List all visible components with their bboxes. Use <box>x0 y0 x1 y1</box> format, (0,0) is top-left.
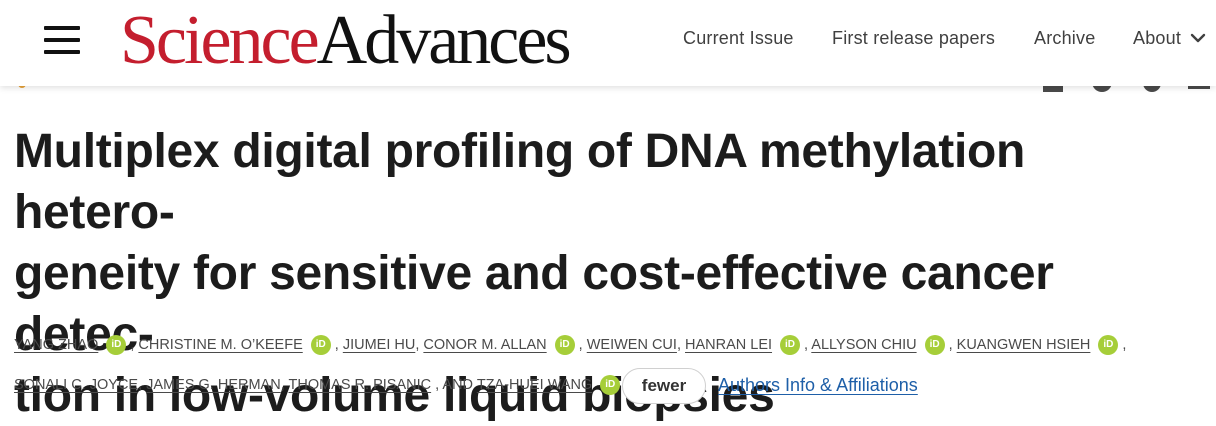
article-title-line: Multiplex digital profiling of DNA methy… <box>14 125 1026 239</box>
nav-about-label: About <box>1133 28 1182 48</box>
chevron-down-icon <box>1191 33 1206 42</box>
author-separator: , <box>280 376 289 393</box>
author-link[interactable]: CHRISTINE M. O’KEEFE <box>138 337 302 353</box>
author-link[interactable]: THOMAS R. PISANIC <box>289 377 432 393</box>
orcid-icon[interactable]: iD <box>924 335 945 355</box>
author-list-line-2: SONALI C. JOYCE, JAMES G. HERMAN, THOMAS… <box>14 375 1204 395</box>
author-link[interactable]: CONOR M. ALLAN <box>423 337 546 353</box>
author-separator: , <box>334 336 343 353</box>
author-link[interactable]: SONALI C. JOYCE <box>14 377 138 393</box>
orcid-icon[interactable]: iD <box>310 335 331 355</box>
author-separator: , <box>948 336 957 353</box>
author-link[interactable]: TZA-HUEI WANG <box>477 377 592 393</box>
author-link[interactable]: WEIWEN CUI <box>587 337 677 353</box>
nav-archive[interactable]: Archive <box>1034 28 1095 49</box>
orcid-icon[interactable]: iD <box>106 335 127 355</box>
logo-science: Science <box>120 2 320 79</box>
orcid-icon[interactable]: iD <box>1098 335 1119 355</box>
menu-icon[interactable] <box>44 26 80 54</box>
author-separator: , <box>138 376 147 393</box>
author-link[interactable]: KUANGWEN HSIEH <box>957 337 1091 353</box>
science-advances-logo[interactable]: ScienceAdvances <box>120 6 572 76</box>
orcid-icon[interactable]: iD <box>600 375 621 395</box>
orcid-icon[interactable]: iD <box>780 335 801 355</box>
author-and: AND <box>442 376 474 393</box>
author-link[interactable]: JAMES G. HERMAN <box>146 377 281 393</box>
menu-icon-bar <box>44 26 80 30</box>
author-separator: , <box>431 376 443 393</box>
author-link[interactable]: HANRAN LEI <box>685 337 772 353</box>
logo-advances: Advances <box>316 2 572 79</box>
orcid-icon[interactable]: iD <box>554 335 575 355</box>
nav-first-release-papers[interactable]: First release papers <box>832 28 995 49</box>
author-separator: , <box>578 336 587 353</box>
site-header: ScienceAdvances Current Issue First rele… <box>0 0 1216 86</box>
author-link[interactable]: JIUMEI HU <box>343 337 416 353</box>
author-separator: , <box>676 336 685 353</box>
author-separator: , <box>1122 336 1127 353</box>
author-link[interactable]: ALLYSON CHIU <box>811 337 916 353</box>
menu-icon-bar <box>44 50 80 54</box>
menu-icon-bar <box>44 38 80 42</box>
authors-info-affiliations-link[interactable]: Authors Info & Affiliations <box>718 375 918 396</box>
nav-current-issue[interactable]: Current Issue <box>683 28 794 49</box>
nav-about[interactable]: About <box>1133 28 1206 49</box>
author-link[interactable]: YANG ZHAO <box>14 337 98 353</box>
fewer-authors-button[interactable]: fewer <box>622 368 706 404</box>
author-list-line-1: YANG ZHAO iD, CHRISTINE M. O’KEEFE iD, JIU… <box>14 335 1204 355</box>
